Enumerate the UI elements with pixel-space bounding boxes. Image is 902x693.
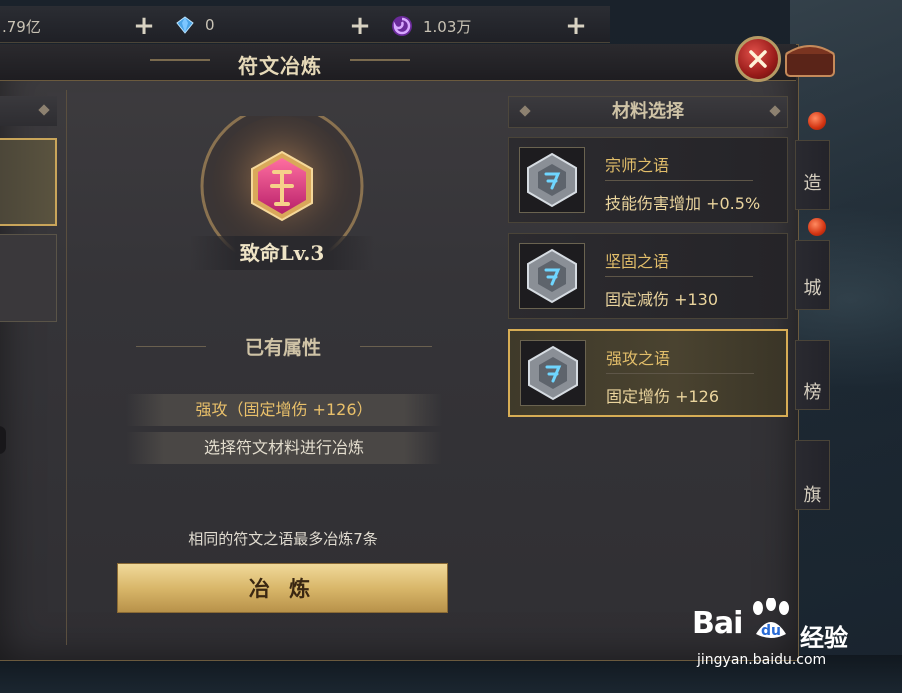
material-divider	[605, 180, 753, 181]
title-ornament-right	[350, 59, 410, 61]
side-tab-forge[interactable]: 造	[795, 140, 830, 210]
left-rune-slot[interactable]	[0, 234, 57, 322]
window-title: 符文冶炼	[238, 54, 322, 78]
left-scroll-handle[interactable]	[0, 426, 6, 454]
side-tab-label: 城	[803, 278, 822, 299]
treasure-chest-icon	[785, 45, 835, 77]
attribute-row-placeholder: 选择符文材料进行冶炼	[126, 432, 442, 464]
header-diamond-ornament-right	[769, 105, 781, 117]
paw-logo-icon: du	[753, 598, 789, 639]
side-tab-label: 造	[803, 173, 822, 194]
panel-divider	[66, 90, 67, 645]
refine-button[interactable]: 冶 炼	[117, 563, 448, 613]
side-tab-city[interactable]: 城	[795, 240, 830, 310]
side-tab-label: 旗	[803, 485, 822, 506]
left-panel-header	[0, 96, 57, 126]
material-divider	[606, 373, 754, 374]
material-select-title: 材料选择	[612, 101, 684, 122]
resource-bar	[0, 6, 610, 43]
material-name: 坚固之语	[605, 252, 670, 271]
watermark-suffix: 经验	[800, 624, 848, 652]
material-name: 宗师之语	[605, 156, 670, 175]
material-divider	[605, 276, 753, 277]
section-line-right	[360, 346, 432, 347]
existing-attributes-title: 已有属性	[244, 337, 321, 359]
material-select-header: 材料选择	[508, 96, 788, 128]
section-line-left	[136, 346, 206, 347]
notification-dot	[808, 112, 826, 130]
rune-name: 致命Lv.3	[190, 236, 374, 270]
material-icon-frame	[519, 147, 585, 213]
material-card-selected[interactable]: 强攻之语 固定增伤 +126	[508, 329, 788, 417]
attribute-row-current: 强攻（固定增伤 +126）	[126, 394, 442, 426]
material-icon-frame	[520, 340, 586, 406]
add-gold-button[interactable]: +	[132, 13, 156, 39]
watermark-brand: Bai	[692, 606, 743, 641]
rune-stone-icon	[528, 345, 578, 401]
material-attribute: 固定增伤 +126	[606, 387, 720, 406]
material-icon-frame	[519, 243, 585, 309]
refine-limit-note: 相同的符文之语最多冶炼7条	[188, 530, 378, 548]
diamond-icon	[176, 16, 194, 34]
diamond-amount: 0	[205, 16, 215, 34]
rune-currency-icon	[392, 16, 412, 36]
left-rune-slot-selected[interactable]	[0, 138, 57, 226]
material-name: 强攻之语	[606, 349, 671, 368]
side-tab-ranking[interactable]: 榜	[795, 340, 830, 410]
rune-stone-icon	[527, 152, 577, 208]
material-card[interactable]: 坚固之语 固定减伤 +130	[508, 233, 788, 319]
header-diamond-ornament	[38, 104, 50, 116]
watermark-url: jingyan.baidu.com	[697, 652, 827, 668]
material-attribute: 固定减伤 +130	[605, 290, 719, 309]
notification-dot	[808, 218, 826, 236]
header-diamond-ornament-left	[519, 105, 531, 117]
close-button[interactable]	[735, 36, 781, 82]
material-attribute: 技能伤害增加 +0.5%	[605, 194, 761, 213]
rune-stone-icon	[527, 248, 577, 304]
svg-text:du: du	[761, 623, 781, 639]
add-rune-currency-button[interactable]: +	[564, 13, 588, 39]
add-diamond-button[interactable]: +	[348, 13, 372, 39]
title-ornament-left	[150, 59, 210, 61]
gold-amount: .79亿	[2, 18, 41, 36]
material-card[interactable]: 宗师之语 技能伤害增加 +0.5%	[508, 137, 788, 223]
rune-currency-amount: 1.03万	[423, 18, 472, 36]
side-tab-banner[interactable]: 旗	[795, 440, 830, 510]
window-titlebar	[0, 44, 796, 81]
side-tab-label: 榜	[803, 382, 822, 403]
close-icon	[749, 50, 767, 68]
